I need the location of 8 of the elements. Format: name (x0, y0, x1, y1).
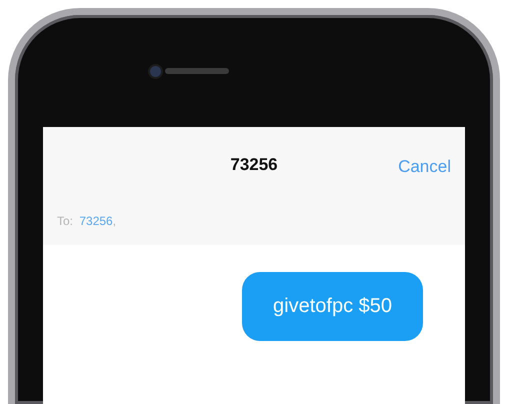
conversation-title: 73256 (230, 155, 278, 175)
recipient-separator: , (112, 214, 116, 228)
message-bubble: givetofpc $50 (242, 272, 423, 341)
camera-icon (150, 66, 160, 76)
cancel-button[interactable]: Cancel (398, 157, 451, 177)
speaker-grille (164, 68, 228, 74)
recipient-token[interactable]: 73256 (79, 214, 113, 228)
to-label: To: (57, 214, 74, 228)
